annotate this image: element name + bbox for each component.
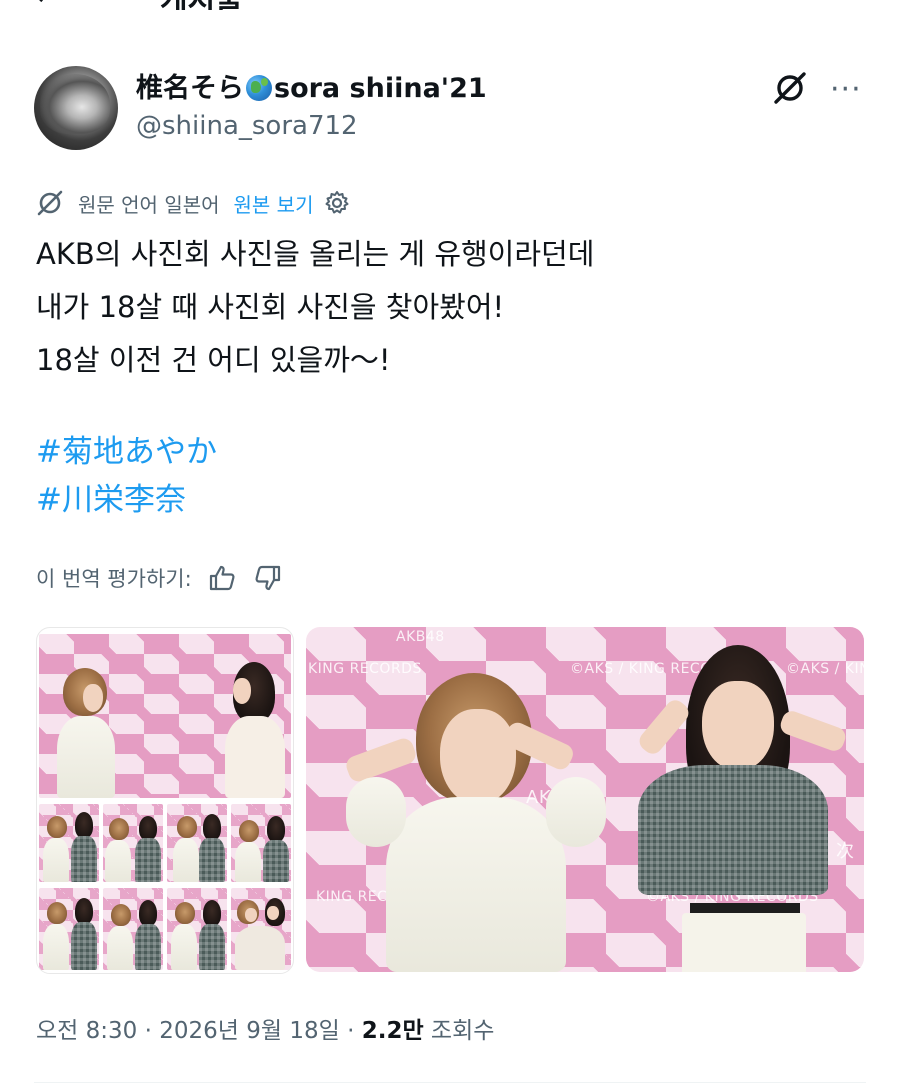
- person-figure: [219, 662, 289, 798]
- photo-watermark: AKB48: [396, 629, 445, 645]
- collage-thumb: [103, 804, 163, 882]
- tweet-body: AKB의 사진회 사진을 올리는 게 유행이라던데 내가 18살 때 사진회 사…: [36, 228, 866, 387]
- hashtag-link[interactable]: #川栄李奈: [36, 476, 217, 524]
- tweet-time[interactable]: 오전 8:30: [36, 1018, 137, 1044]
- collage-thumb: [39, 888, 99, 970]
- display-name-suffix: sora shiina'21: [274, 73, 487, 104]
- top-header-cut: ← 게시물: [0, 0, 900, 10]
- collage-thumb: [39, 804, 99, 882]
- collage-thumb: [167, 804, 227, 882]
- rate-translation-row: 이 번역 평가하기:: [36, 560, 284, 596]
- media-image-collage[interactable]: [36, 627, 294, 974]
- collage-thumb: [167, 888, 227, 970]
- tweet-date[interactable]: 2026년 9월 18일: [159, 1018, 340, 1044]
- header-title: 게시물: [160, 0, 243, 10]
- divider: [34, 1082, 866, 1083]
- back-arrow-icon[interactable]: ←: [34, 0, 59, 10]
- tweet-meta: 오전 8:30 · 2026년 9월 18일 · 2.2만 조회수: [36, 1011, 494, 1045]
- thumbs-up-icon[interactable]: [206, 562, 238, 594]
- tweet-line: AKB의 사진회 사진을 올리는 게 유행이라던데: [36, 237, 595, 271]
- views-label: 조회수: [430, 1018, 495, 1044]
- globe-icon: [246, 75, 272, 101]
- more-options-icon[interactable]: ···: [830, 72, 862, 107]
- translation-bar: 원문 언어 일본어 원본 보기: [34, 186, 351, 220]
- display-name[interactable]: 椎名そら sora shiina'21: [136, 66, 487, 105]
- collage-thumb: [103, 888, 163, 970]
- avatar-photo: [40, 74, 110, 134]
- meta-separator: ·: [144, 1018, 152, 1044]
- view-original-link[interactable]: 원본 보기: [234, 189, 314, 218]
- meta-separator: ·: [347, 1018, 355, 1044]
- person-figure: [343, 667, 606, 972]
- hashtag-link[interactable]: #菊地あやか: [36, 428, 217, 476]
- hashtag-list: #菊地あやか #川栄李奈: [36, 428, 217, 524]
- person-figure: [598, 645, 864, 972]
- media-image-photo[interactable]: AKB48 KING RECORDS ©AKS / KING RECORDS ©…: [306, 627, 864, 972]
- translate-icon: [37, 190, 63, 216]
- gear-icon[interactable]: [323, 189, 351, 217]
- tweet-line: 18살 이전 건 어디 있을까〜!: [36, 343, 391, 377]
- avatar[interactable]: [34, 66, 118, 150]
- user-handle[interactable]: @shiina_sora712: [136, 111, 358, 141]
- thumbs-down-icon[interactable]: [252, 562, 284, 594]
- views-count: 2.2만: [361, 1018, 424, 1044]
- display-name-prefix: 椎名そら: [136, 73, 244, 104]
- rate-translation-label: 이 번역 평가하기:: [36, 567, 192, 591]
- person-figure: [53, 668, 123, 798]
- source-language-label: 원문 언어 일본어: [78, 192, 220, 217]
- grok-icon[interactable]: [770, 68, 810, 108]
- tweet-line: 내가 18살 때 사진회 사진을 찾아봤어!: [36, 290, 505, 324]
- collage-thumb: [231, 888, 291, 970]
- collage-thumb: [231, 804, 291, 882]
- collage-main-photo: [39, 634, 291, 798]
